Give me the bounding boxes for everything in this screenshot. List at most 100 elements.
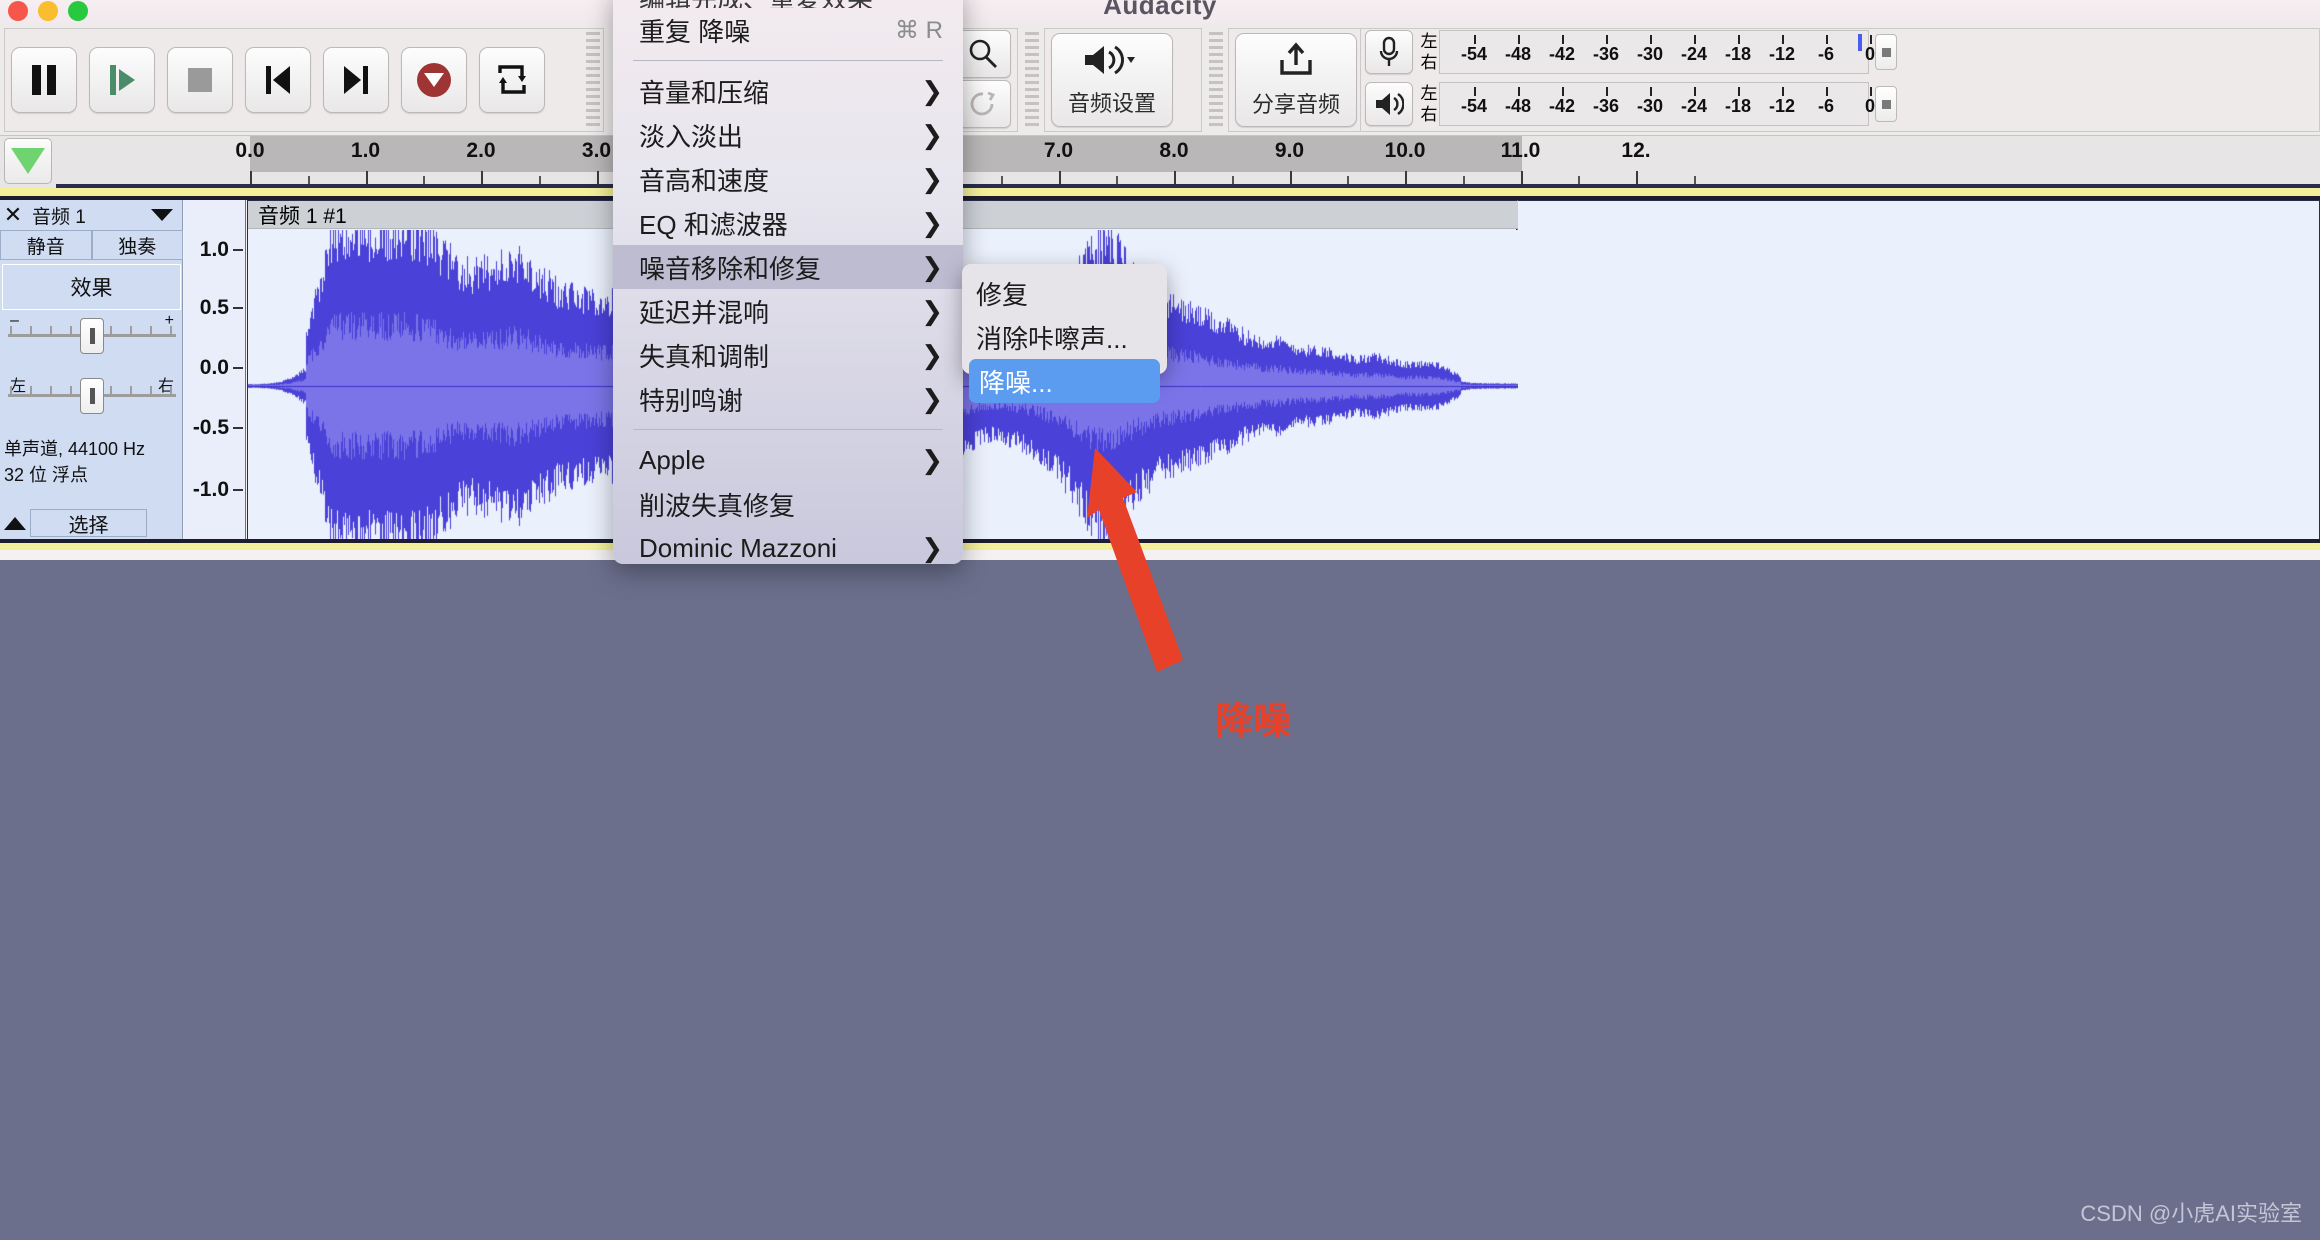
ruler-minor-tick xyxy=(538,176,541,184)
select-button[interactable]: 选择 xyxy=(30,509,147,537)
track-panel-footer: 选择 xyxy=(0,508,183,538)
amplitude-tick xyxy=(233,427,243,429)
menu-item[interactable]: 失真和调制 ❯ xyxy=(613,333,963,377)
meter-right-label: 右 xyxy=(1420,53,1438,72)
pause-button[interactable] xyxy=(11,47,77,113)
ruler-tick xyxy=(1289,171,1292,184)
meter-tick xyxy=(1562,35,1564,44)
effects-button[interactable]: 效果 xyxy=(2,264,181,310)
menu-item[interactable]: 淡入淡出 ❯ xyxy=(613,113,963,157)
microphone-icon xyxy=(1379,36,1399,66)
ruler-minor-tick xyxy=(1578,176,1581,184)
title-bar: Audacity xyxy=(0,0,2320,24)
recording-meter-button[interactable] xyxy=(1365,30,1413,74)
loop-button[interactable] xyxy=(479,47,545,113)
ruler-label: 1.0 xyxy=(350,139,381,162)
menu-item[interactable]: EQ 和滤波器 ❯ xyxy=(613,201,963,245)
menu-item[interactable]: 重复 降噪 ⌘ R xyxy=(613,8,963,52)
ruler-tick xyxy=(1405,171,1407,184)
submenu-item[interactable]: 修复 xyxy=(962,271,1167,315)
zoom-tool-button[interactable] xyxy=(955,30,1011,78)
ruler-label: 9.0 xyxy=(1274,139,1305,162)
meter-label: -54 xyxy=(1460,96,1488,116)
gain-slider[interactable]: – + xyxy=(8,312,176,364)
toolbar-grip[interactable] xyxy=(586,32,600,128)
recording-meter[interactable]: 左 右 -54 -48 -42 -36 -30 -24 -18 -12 -6 0 xyxy=(1365,29,1897,75)
menu-item[interactable]: Apple ❯ xyxy=(613,438,963,482)
menu-item[interactable]: 噪音移除和修复 ❯ xyxy=(613,245,963,289)
menu-item-label: 重复 降噪 xyxy=(639,16,751,47)
refresh-button[interactable] xyxy=(955,80,1011,128)
desktop-background: Audacity 音频设置 分享音频 左 右 -54 -48 -42 -36 -… xyxy=(0,0,2320,1240)
effect-menu[interactable]: 编辑完成、重复效果重复 降噪⌘ R 音量和压缩❯淡入淡出❯音高和速度❯EQ 和滤波… xyxy=(613,0,963,564)
ruler-label: 3.0 xyxy=(581,139,612,162)
meter-tick xyxy=(1738,35,1740,44)
track-name-label: 音频 1 xyxy=(32,206,86,228)
audio-settings-button[interactable]: 音频设置 xyxy=(1051,33,1174,127)
menu-item[interactable]: 延迟并混响 ❯ xyxy=(613,289,963,333)
ruler-minor-tick xyxy=(1462,176,1465,184)
amplitude-label: -1.0 xyxy=(192,478,229,501)
meter-label: -36 xyxy=(1592,44,1620,64)
skip-to-start-button[interactable] xyxy=(245,47,311,113)
play-button[interactable] xyxy=(89,47,155,113)
playback-meter-button[interactable] xyxy=(1365,82,1413,126)
meter-tick xyxy=(1782,35,1784,44)
meter-label: -30 xyxy=(1636,96,1664,116)
menu-item[interactable]: 特别鸣谢 ❯ xyxy=(613,377,963,421)
pan-slider-knob[interactable] xyxy=(80,378,104,414)
meter-label: -48 xyxy=(1504,96,1532,116)
stop-button[interactable] xyxy=(167,47,233,113)
chevron-right-icon: ❯ xyxy=(921,444,943,475)
meter-tick xyxy=(1562,87,1564,96)
amplitude-tick xyxy=(233,489,243,491)
ruler-tick xyxy=(1058,171,1061,184)
recording-meter-scale[interactable]: -54 -48 -42 -36 -30 -24 -18 -12 -6 0 xyxy=(1439,30,1875,74)
menu-item[interactable]: 音量和压缩 ❯ xyxy=(613,69,963,113)
menu-item[interactable]: 削波失真修复 xyxy=(613,482,963,526)
record-button[interactable] xyxy=(401,47,467,113)
toolbar-grip[interactable] xyxy=(1209,32,1223,128)
speaker-icon xyxy=(1081,43,1143,82)
solo-button[interactable]: 独奏 xyxy=(91,230,183,260)
menu-item[interactable]: 音高和速度 ❯ xyxy=(613,157,963,201)
ruler-label: 2.0 xyxy=(466,139,496,162)
skip-to-end-button[interactable] xyxy=(323,47,389,113)
pan-slider[interactable]: 左 右 xyxy=(8,372,176,424)
waveform-pane[interactable]: 音频 1 #1 xyxy=(247,200,2320,542)
chevron-right-icon: ❯ xyxy=(921,383,943,414)
timeline-ruler[interactable]: 0.01.02.03.04.05.06.07.08.09.010.011.012… xyxy=(56,136,2320,188)
meter-label: -18 xyxy=(1724,96,1752,116)
empty-track-region[interactable] xyxy=(1518,200,2320,542)
annotation-text: 降噪 xyxy=(1215,701,1292,743)
menu-item[interactable]: Dominic Mazzoni ❯ xyxy=(613,526,963,564)
playback-meter-scale[interactable]: -54 -48 -42 -36 -30 -24 -18 -12 -6 0 xyxy=(1439,82,1875,126)
meter-tick xyxy=(1870,35,1872,44)
red-arrow-icon xyxy=(1087,448,1183,672)
amplitude-tick xyxy=(233,307,243,309)
collapse-icon[interactable] xyxy=(0,516,30,530)
submenu-item[interactable]: 降噪... xyxy=(969,359,1160,403)
track-name-dropdown[interactable]: 音频 1 xyxy=(24,202,181,228)
meter-tick xyxy=(1694,87,1696,96)
noise-removal-submenu[interactable]: 修复 消除咔嚓声... 降噪... xyxy=(962,264,1167,403)
recording-clip-indicator xyxy=(1875,34,1897,70)
meter-tick xyxy=(1518,87,1520,96)
ruler-tick xyxy=(250,171,252,184)
meter-tick xyxy=(1738,87,1740,96)
chevron-right-icon: ❯ xyxy=(921,251,943,282)
chevron-right-icon: ❯ xyxy=(921,75,943,106)
gain-slider-knob[interactable] xyxy=(80,318,104,354)
close-icon[interactable]: ✕ xyxy=(2,202,24,227)
refresh-icon xyxy=(970,91,996,116)
meter-label: -6 xyxy=(1817,44,1835,64)
submenu-item[interactable]: 消除咔嚓声... xyxy=(962,315,1167,359)
mute-button[interactable]: 静音 xyxy=(0,230,92,260)
meter-label: -24 xyxy=(1680,44,1708,64)
menu-item-clipped[interactable]: 编辑完成、重复效果 xyxy=(613,0,963,8)
toolbar-grip[interactable] xyxy=(1025,32,1039,128)
share-audio-button[interactable]: 分享音频 xyxy=(1235,33,1358,127)
ruler-tick xyxy=(365,171,368,184)
loop-region-button[interactable] xyxy=(4,138,52,184)
playback-meter[interactable]: 左 右 -54 -48 -42 -36 -30 -24 -18 -12 -6 0 xyxy=(1365,81,1897,127)
